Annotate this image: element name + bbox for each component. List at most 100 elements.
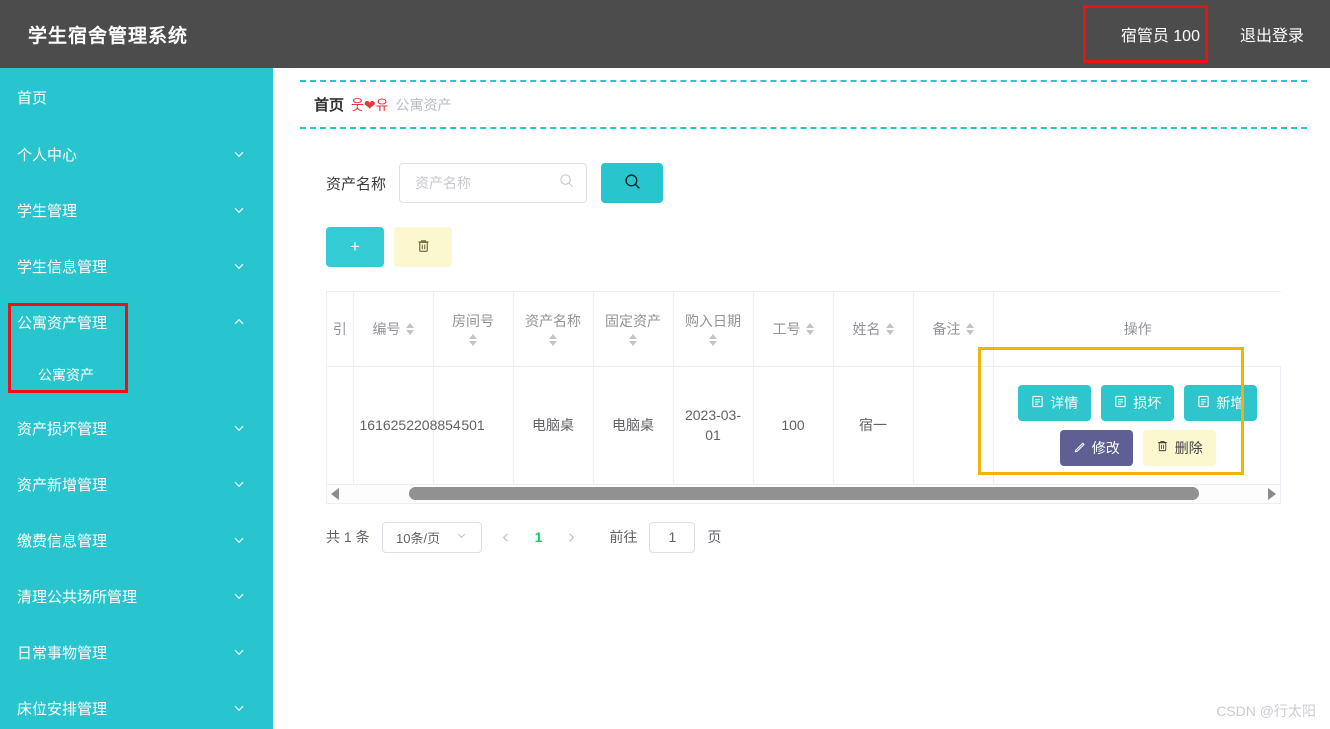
chevron-down-icon bbox=[233, 204, 245, 216]
search-input[interactable] bbox=[400, 164, 551, 202]
sidebar-item-payment-info-management[interactable]: 缴费信息管理 bbox=[0, 512, 273, 568]
column-header-remark[interactable]: 备注 bbox=[913, 292, 994, 367]
sidebar-item-public-area-cleaning-management[interactable]: 清理公共场所管理 bbox=[0, 568, 273, 624]
action-label: 修改 bbox=[1091, 439, 1120, 456]
row-actions: 详情 损坏 新增 修改 删除 bbox=[1013, 384, 1263, 466]
sidebar-item-label: 学生信息管理 bbox=[17, 258, 108, 276]
search-row: 资产名称 bbox=[300, 129, 1307, 203]
cell-staff-name: 宿一 bbox=[833, 366, 914, 485]
sidebar-item-daily-affairs-management[interactable]: 日常事物管理 bbox=[0, 624, 273, 680]
column-label: 备注 bbox=[932, 320, 961, 337]
sidebar-item-bed-arrangement-management[interactable]: 床位安排管理 bbox=[0, 680, 273, 729]
sidebar-item-personal-center[interactable]: 个人中心 bbox=[0, 126, 273, 182]
sidebar-item-label: 清理公共场所管理 bbox=[17, 588, 138, 606]
scrollbar-thumb[interactable] bbox=[409, 487, 1199, 500]
prev-page-button[interactable] bbox=[494, 524, 518, 550]
scroll-left-arrow-icon[interactable] bbox=[327, 487, 343, 500]
scrollbar-track[interactable] bbox=[343, 484, 1264, 503]
sidebar-item-student-info-management[interactable]: 学生信息管理 bbox=[0, 238, 273, 294]
table-row: 1616252208854 501 电脑桌 电脑桌 2023-03-01 100… bbox=[327, 366, 1282, 485]
document-icon bbox=[1031, 395, 1044, 411]
trash-icon bbox=[1156, 439, 1169, 456]
column-header-staff-id[interactable]: 工号 bbox=[753, 292, 834, 367]
current-user-label[interactable]: 宿管员 100 bbox=[1099, 0, 1222, 68]
column-header-operations: 操作 bbox=[993, 292, 1282, 367]
main-content: 首页 웃❤유 公寓资产 资产名称 资产名称 + 引 编号 房间号 资产名称 固定… bbox=[273, 68, 1330, 729]
cell-staff-id: 100 bbox=[753, 366, 834, 485]
sort-icon[interactable] bbox=[405, 322, 414, 335]
trash-icon bbox=[416, 238, 431, 257]
add-button[interactable]: + bbox=[326, 227, 384, 267]
chevron-down-icon bbox=[233, 702, 245, 714]
column-label: 引 bbox=[332, 320, 347, 337]
sidebar-item-label: 个人中心 bbox=[17, 146, 78, 164]
sidebar-item-label: 学生管理 bbox=[17, 202, 78, 220]
table-horizontal-scrollbar[interactable] bbox=[326, 484, 1281, 504]
scroll-right-arrow-icon[interactable] bbox=[1264, 487, 1280, 500]
top-bar-right: 宿管员 100 退出登录 bbox=[1099, 0, 1330, 68]
cell-number: 1616252208854 bbox=[353, 366, 461, 485]
sort-icon[interactable] bbox=[709, 334, 717, 347]
goto-page-label: 前往 bbox=[609, 529, 638, 545]
sidebar-item-student-management[interactable]: 学生管理 bbox=[0, 182, 273, 238]
add-record-button[interactable]: 新增 bbox=[1184, 384, 1258, 421]
edit-icon bbox=[1073, 440, 1086, 456]
page-size-select[interactable]: 10条/页 bbox=[381, 521, 482, 553]
sidebar-item-home[interactable]: 首页 bbox=[0, 68, 273, 126]
column-header-number[interactable]: 编号 bbox=[353, 292, 434, 367]
watermark: CSDN @行太阳 bbox=[1216, 703, 1316, 719]
page-size-label: 10条/页 bbox=[396, 530, 441, 546]
chevron-down-icon bbox=[233, 590, 245, 602]
page-unit-label: 页 bbox=[707, 529, 722, 545]
table-header-row: 引 编号 房间号 资产名称 固定资产 购入日期 工号 姓名 备注 操作 bbox=[327, 292, 1282, 367]
column-header-fixed-asset[interactable]: 固定资产 bbox=[593, 292, 674, 367]
sidebar-item-label: 资产新增管理 bbox=[17, 476, 108, 494]
logout-button[interactable]: 退出登录 bbox=[1222, 0, 1330, 68]
search-box[interactable] bbox=[399, 163, 588, 203]
breadcrumb-separator-icon: 웃❤유 bbox=[351, 96, 389, 113]
chevron-up-icon bbox=[233, 316, 245, 328]
sort-icon[interactable] bbox=[469, 334, 477, 347]
edit-button[interactable]: 修改 bbox=[1059, 429, 1133, 466]
chevron-down-icon bbox=[233, 148, 245, 160]
page-number-1[interactable]: 1 bbox=[530, 529, 548, 545]
damage-button[interactable]: 损坏 bbox=[1101, 384, 1175, 421]
sidebar-subitem-apartment-asset[interactable]: 公寓资产 bbox=[0, 350, 273, 400]
sort-icon[interactable] bbox=[885, 322, 894, 335]
sort-icon[interactable] bbox=[965, 322, 974, 335]
breadcrumb-current: 公寓资产 bbox=[395, 96, 452, 113]
cell-fixed-asset: 电脑桌 bbox=[593, 366, 674, 485]
detail-button[interactable]: 详情 bbox=[1018, 384, 1092, 421]
sidebar-item-label: 日常事物管理 bbox=[17, 644, 108, 662]
content-card: 首页 웃❤유 公寓资产 资产名称 资产名称 + 引 编号 房间号 资产名称 固定… bbox=[300, 80, 1307, 626]
sidebar-subitem-label: 公寓资产 bbox=[38, 367, 94, 383]
action-label: 详情 bbox=[1050, 394, 1079, 411]
delete-button[interactable]: 删除 bbox=[1142, 429, 1216, 466]
column-label: 房间号 bbox=[452, 313, 494, 330]
cell-remark bbox=[913, 366, 994, 485]
sort-icon[interactable] bbox=[805, 322, 814, 335]
breadcrumb-home[interactable]: 首页 bbox=[314, 94, 344, 115]
column-header-purchase-date[interactable]: 购入日期 bbox=[673, 292, 754, 367]
sort-icon[interactable] bbox=[549, 334, 557, 347]
column-header-room[interactable]: 房间号 bbox=[433, 292, 514, 367]
cell-purchase-date: 2023-03-01 bbox=[673, 366, 754, 485]
sidebar-item-asset-damage-management[interactable]: 资产损坏管理 bbox=[0, 400, 273, 456]
chevron-down-icon bbox=[233, 534, 245, 546]
column-label: 操作 bbox=[1123, 320, 1152, 337]
column-header-index[interactable]: 引 bbox=[327, 292, 354, 367]
next-page-button[interactable] bbox=[559, 524, 583, 550]
column-header-asset-name[interactable]: 资产名称 bbox=[513, 292, 594, 367]
bulk-delete-button[interactable] bbox=[394, 227, 452, 267]
column-header-staff-name[interactable]: 姓名 bbox=[833, 292, 914, 367]
sidebar-item-label: 资产损坏管理 bbox=[17, 420, 108, 438]
sidebar-item-apartment-asset-management[interactable]: 公寓资产管理 bbox=[0, 294, 273, 350]
sidebar-item-asset-addition-management[interactable]: 资产新增管理 bbox=[0, 456, 273, 512]
search-button[interactable] bbox=[601, 163, 664, 203]
search-icon bbox=[624, 173, 641, 193]
cell-asset-name: 电脑桌 bbox=[513, 366, 594, 485]
cell-operations: 详情 损坏 新增 修改 删除 bbox=[993, 366, 1282, 485]
sidebar-item-label: 床位安排管理 bbox=[17, 700, 108, 718]
goto-page-input[interactable] bbox=[649, 521, 696, 553]
sort-icon[interactable] bbox=[629, 334, 637, 347]
